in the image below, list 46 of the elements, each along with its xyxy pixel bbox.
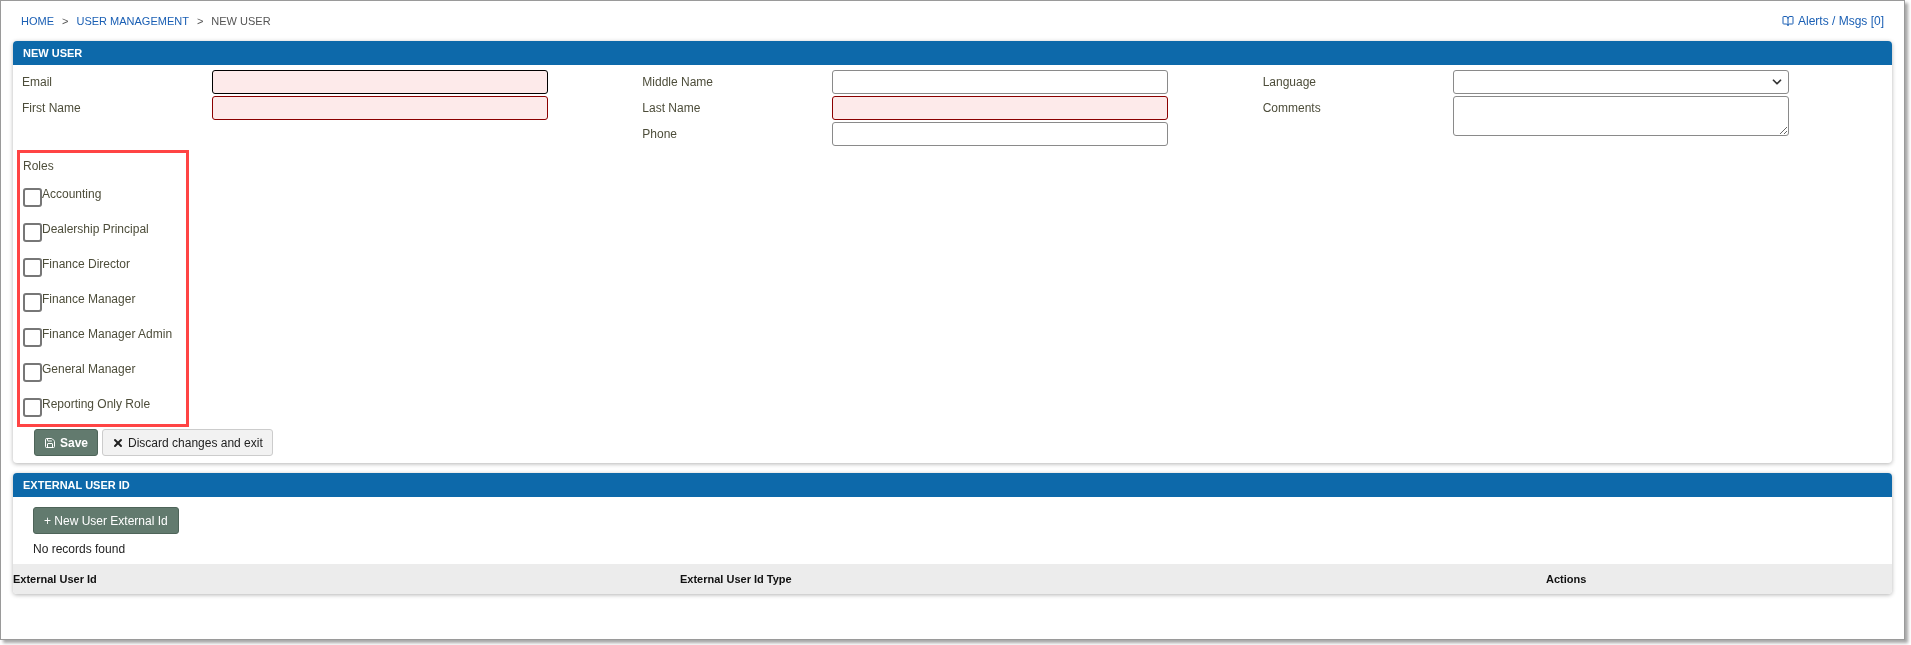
column-header: Actions [1546, 572, 1587, 585]
field-label: Middle Name [642, 74, 715, 91]
checkbox[interactable] [23, 293, 42, 312]
breadcrumb-item[interactable]: USER MANAGEMENT [76, 12, 189, 30]
role-label: Dealership Principal [42, 221, 149, 238]
panel-title: EXTERNAL USER ID [23, 477, 130, 493]
text-input-field[interactable] [832, 70, 1169, 94]
empty-message: No records found [33, 541, 127, 558]
checkbox[interactable] [23, 188, 42, 207]
checkbox[interactable] [23, 363, 42, 382]
field-label: Email [22, 74, 53, 91]
role-label: Reporting Only Role [42, 396, 151, 413]
field-label: Language [1262, 74, 1318, 91]
breadcrumb-separator: > [62, 13, 69, 29]
checkbox[interactable] [23, 398, 42, 417]
role-label: Finance Manager [42, 291, 136, 308]
field-label: Comments [1262, 100, 1322, 117]
checkbox[interactable] [23, 258, 42, 277]
close-icon [112, 436, 125, 449]
discard-button[interactable]: Discard changes and exit [102, 429, 273, 456]
field-label: Last Name [642, 100, 702, 117]
breadcrumb-separator: > [196, 13, 204, 29]
text-input-field[interactable] [832, 96, 1169, 120]
alerts-link[interactable]: Alerts / Msgs [0] [1781, 12, 1884, 30]
roles-label: Roles [23, 158, 55, 175]
book-icon [1781, 15, 1794, 27]
new-external-id-button[interactable]: + New User External Id [33, 507, 179, 534]
text-input-field[interactable] [212, 96, 548, 120]
panel-title: NEW USER [23, 45, 83, 61]
breadcrumb-item: NEW USER [211, 13, 271, 29]
checkbox[interactable] [23, 328, 42, 347]
role-label: Accounting [42, 186, 102, 203]
role-label: Finance Manager Admin [42, 326, 173, 343]
role-label: General Manager [42, 361, 136, 378]
text-input-field[interactable] [832, 122, 1169, 146]
column-header: External User Id [13, 572, 97, 585]
text-input-field[interactable] [212, 70, 548, 94]
breadcrumb-item[interactable]: HOME [21, 12, 54, 30]
comments-field[interactable] [1452, 96, 1789, 136]
field-label: Phone [642, 126, 679, 143]
checkbox[interactable] [23, 223, 42, 242]
save-button[interactable]: Save [34, 429, 99, 456]
language-select[interactable] [1452, 70, 1789, 94]
field-label: First Name [22, 100, 82, 117]
column-header: External User Id Type [680, 572, 792, 585]
role-label: Finance Director [42, 256, 131, 273]
